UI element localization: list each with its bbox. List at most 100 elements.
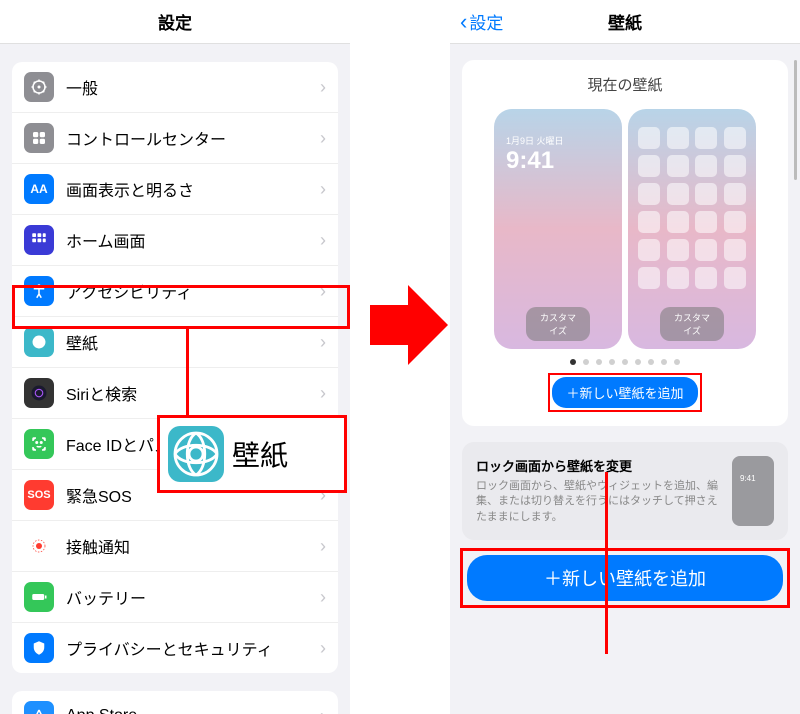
exposure-icon [24,531,54,561]
row-label: コントロールセンター [66,126,320,150]
page-dot[interactable] [635,359,641,365]
app-icon [638,155,660,177]
connector-line-right [605,472,608,654]
app-icon [724,183,746,205]
page-dot[interactable] [674,359,680,365]
row-label: 壁紙 [66,330,320,354]
chevron-right-icon: › [320,706,326,714]
page-title: 設定 [158,9,192,34]
page-dot[interactable] [648,359,654,365]
info-title: ロック画面から壁紙を変更 [476,456,720,475]
row-label: バッテリー [66,585,320,609]
app-icon [695,183,717,205]
wallpaper-icon [24,327,54,357]
app-icon [695,127,717,149]
app-icon [724,239,746,261]
lock-change-info[interactable]: ロック画面から壁紙を変更 ロック画面から、壁紙やウィジェットを追加、編集、または… [462,442,788,540]
row-label: 一般 [66,75,320,99]
row-label: Siriと検索 [66,381,320,405]
back-label: 設定 [469,9,503,34]
page-dot[interactable] [583,359,589,365]
app-icon [667,183,689,205]
lock-date: 1月9日 火曜日 [506,134,564,147]
current-wallpaper-card: 現在の壁紙 1月9日 火曜日 9:41 カスタマイズ カスタマイズ ＋新しい壁紙… [462,60,788,426]
page-dot[interactable] [596,359,602,365]
row-label: ホーム画面 [66,228,320,252]
settings-row-control-center[interactable]: コントロールセンター› [12,113,338,164]
page-dot[interactable] [661,359,667,365]
appstore-icon [24,701,54,714]
settings-row-siri[interactable]: Siriと検索› [12,368,338,419]
sos-icon: SOS [24,480,54,510]
settings-list-1: 一般›コントロールセンター›AA画面表示と明るさ›ホーム画面›アクセシビリティ›… [12,62,338,673]
row-label: App Store [66,707,320,714]
app-icon [695,211,717,233]
app-icon [724,127,746,149]
settings-row-privacy[interactable]: プライバシーとセキュリティ› [12,623,338,673]
wallpaper-icon [168,426,224,482]
chevron-left-icon: ‹ [460,11,467,33]
row-label: プライバシーとセキュリティ [66,636,320,660]
arrow-icon [370,280,448,370]
control-center-icon [24,123,54,153]
customize-home-button[interactable]: カスタマイズ [660,307,724,341]
header: ‹ 設定 壁紙 [450,0,800,44]
display-icon: AA [24,174,54,204]
lock-screen-preview[interactable]: 1月9日 火曜日 9:41 カスタマイズ [494,109,622,349]
chevron-right-icon: › [320,536,326,557]
general-icon [24,72,54,102]
settings-row-appstore[interactable]: App Store› [12,691,338,714]
current-wallpaper-label: 現在の壁紙 [476,74,774,95]
app-icon [638,267,660,289]
app-icon [667,211,689,233]
app-icon [695,155,717,177]
connector-line [186,327,189,417]
add-wallpaper-small-button[interactable]: ＋新しい壁紙を追加 [552,377,697,408]
add-wallpaper-big-button[interactable]: ＋新しい壁紙を追加 [467,555,783,601]
page-dot[interactable] [570,359,576,365]
settings-row-battery[interactable]: バッテリー› [12,572,338,623]
app-icon [695,267,717,289]
customize-lock-button[interactable]: カスタマイズ [526,307,590,341]
faceid-icon [24,429,54,459]
battery-icon [24,582,54,612]
chevron-right-icon: › [320,128,326,149]
settings-row-exposure[interactable]: 接触通知› [12,521,338,572]
page-dots[interactable] [476,359,774,365]
app-icon [638,239,660,261]
app-icon [667,239,689,261]
app-icon [667,155,689,177]
settings-row-general[interactable]: 一般› [12,62,338,113]
chevron-right-icon: › [320,638,326,659]
mini-phone-icon [732,456,774,526]
page-dot[interactable] [622,359,628,365]
header: 設定 [0,0,350,44]
settings-list-2: App Store›ウォレットと Apple Pay› [12,691,338,714]
app-icon [724,267,746,289]
wallpaper-previews: 1月9日 火曜日 9:41 カスタマイズ カスタマイズ [476,109,774,349]
siri-icon [24,378,54,408]
row-label: 接触通知 [66,534,320,558]
chevron-right-icon: › [320,77,326,98]
callout-label: 壁紙 [232,434,288,474]
app-icon [638,127,660,149]
back-button[interactable]: ‹ 設定 [460,9,503,34]
app-icon [667,267,689,289]
row-label: 画面表示と明るさ [66,177,320,201]
settings-screen: 設定 一般›コントロールセンター›AA画面表示と明るさ›ホーム画面›アクセシビリ… [0,0,350,714]
chevron-right-icon: › [320,179,326,200]
home-icon [24,225,54,255]
app-icon [724,211,746,233]
chevron-right-icon: › [320,383,326,404]
lock-time: 9:41 [506,147,554,175]
app-icon [695,239,717,261]
callout-wallpaper: 壁紙 [157,415,347,493]
chevron-right-icon: › [320,332,326,353]
info-desc: ロック画面から、壁紙やウィジェットを追加、編集、または切り替えを行うにはタッチし… [476,479,720,525]
settings-row-display[interactable]: AA 画面表示と明るさ› [12,164,338,215]
page-dot[interactable] [609,359,615,365]
home-screen-preview[interactable]: カスタマイズ [628,109,756,349]
app-icon [667,127,689,149]
settings-row-home[interactable]: ホーム画面› [12,215,338,266]
app-icon [724,155,746,177]
